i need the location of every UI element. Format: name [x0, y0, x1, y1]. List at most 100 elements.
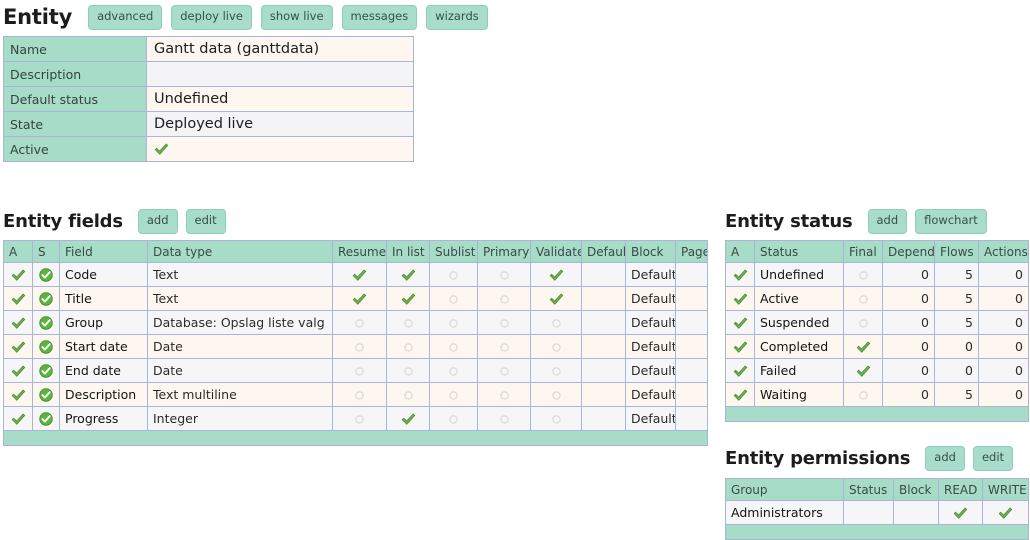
- check-icon: [549, 269, 564, 282]
- column-header-page[interactable]: Page: [676, 241, 708, 263]
- entity-permissions-add-button[interactable]: add: [925, 446, 965, 471]
- field-name-cell: Start date: [60, 335, 148, 359]
- column-header-a[interactable]: A: [726, 241, 755, 263]
- empty-circle-icon: [449, 367, 458, 376]
- table-row[interactable]: Completed000: [726, 335, 1029, 359]
- entity-info-value: [147, 137, 414, 162]
- column-header-data-type[interactable]: Data type: [148, 241, 333, 263]
- empty-circle-icon: [859, 319, 868, 328]
- status-a-cell: [726, 311, 755, 335]
- entity-permissions-button-group: addedit: [925, 446, 1013, 471]
- column-header-primary[interactable]: Primary: [478, 241, 531, 263]
- column-header-sublist[interactable]: Sublist: [430, 241, 478, 263]
- status-depend-cell: 0: [883, 287, 935, 311]
- empty-circle-icon: [355, 319, 364, 328]
- field-sublist-cell: [430, 359, 478, 383]
- circle-check-icon: [39, 412, 53, 426]
- status-flows-cell: 5: [935, 287, 979, 311]
- field-s-cell: [33, 287, 60, 311]
- field-resume-cell: [333, 407, 387, 431]
- column-header-read[interactable]: READ: [939, 479, 983, 501]
- check-icon: [11, 389, 26, 402]
- header-messages-button[interactable]: messages: [342, 5, 418, 30]
- empty-circle-icon: [552, 343, 561, 352]
- header-advanced-button[interactable]: advanced: [88, 5, 162, 30]
- table-row[interactable]: End dateDateDefault: [4, 359, 708, 383]
- column-header-resume[interactable]: Resume: [333, 241, 387, 263]
- field-s-cell: [33, 263, 60, 287]
- table-row[interactable]: ProgressIntegerDefault: [4, 407, 708, 431]
- header-wizards-button[interactable]: wizards: [426, 5, 488, 30]
- field-block-cell: Default: [626, 407, 676, 431]
- check-icon: [953, 507, 968, 520]
- table-row[interactable]: Administrators: [726, 501, 1029, 525]
- column-header-final[interactable]: Final: [844, 241, 883, 263]
- status-name-cell: Waiting: [755, 383, 844, 407]
- status-depend-cell: 0: [883, 311, 935, 335]
- status-flows-cell: 5: [935, 383, 979, 407]
- table-footer-cell: [726, 525, 1029, 540]
- empty-circle-icon: [552, 319, 561, 328]
- header-show-live-button[interactable]: show live: [261, 5, 333, 30]
- entity-fields-add-button[interactable]: add: [138, 209, 178, 234]
- table-row[interactable]: Active050: [726, 287, 1029, 311]
- entity-permissions-header: Entity permissions addedit: [725, 446, 1013, 471]
- circle-check-icon: [39, 316, 53, 330]
- column-header-status[interactable]: Status: [755, 241, 844, 263]
- header-deploy-live-button[interactable]: deploy live: [171, 5, 252, 30]
- entity-status-add-button[interactable]: add: [868, 209, 908, 234]
- table-row[interactable]: Waiting050: [726, 383, 1029, 407]
- field-datatype-cell: Date: [148, 335, 333, 359]
- table-row[interactable]: Failed000: [726, 359, 1029, 383]
- status-final-cell: [844, 335, 883, 359]
- check-icon: [733, 317, 748, 330]
- column-header-field[interactable]: Field: [60, 241, 148, 263]
- column-header-validate[interactable]: Validate: [531, 241, 582, 263]
- empty-circle-icon: [404, 391, 413, 400]
- column-header-actions[interactable]: Actions: [979, 241, 1029, 263]
- column-header-write[interactable]: WRITE: [983, 479, 1029, 501]
- table-row[interactable]: Suspended050: [726, 311, 1029, 335]
- column-header-default[interactable]: Default: [582, 241, 626, 263]
- field-validate-cell: [531, 263, 582, 287]
- field-validate-cell: [531, 359, 582, 383]
- table-footer-row: [726, 525, 1029, 540]
- field-primary-cell: [478, 335, 531, 359]
- field-primary-cell: [478, 287, 531, 311]
- table-row[interactable]: DescriptionText multilineDefault: [4, 383, 708, 407]
- check-icon: [11, 317, 26, 330]
- status-actions-cell: 0: [979, 383, 1029, 407]
- column-header-s[interactable]: S: [33, 241, 60, 263]
- table-footer-cell: [4, 431, 708, 446]
- status-final-cell: [844, 263, 883, 287]
- table-row[interactable]: CodeTextDefault: [4, 263, 708, 287]
- column-header-flows[interactable]: Flows: [935, 241, 979, 263]
- entity-status-flowchart-button[interactable]: flowchart: [915, 209, 987, 234]
- entity-status-title: Entity status: [725, 211, 853, 232]
- table-row[interactable]: GroupDatabase: Opslag liste valgDefault: [4, 311, 708, 335]
- entity-info-value: [147, 62, 414, 87]
- field-s-cell: [33, 359, 60, 383]
- check-icon: [401, 413, 416, 426]
- empty-circle-icon: [500, 319, 509, 328]
- entity-info-table: NameGantt data (ganttdata)DescriptionDef…: [3, 36, 414, 162]
- table-row[interactable]: Undefined050: [726, 263, 1029, 287]
- column-header-group[interactable]: Group: [726, 479, 844, 501]
- field-validate-cell: [531, 407, 582, 431]
- column-header-block[interactable]: Block: [626, 241, 676, 263]
- column-header-status[interactable]: Status: [844, 479, 894, 501]
- column-header-in-list[interactable]: In list: [387, 241, 430, 263]
- column-header-block[interactable]: Block: [894, 479, 939, 501]
- column-header-depend[interactable]: Depend: [883, 241, 935, 263]
- table-row[interactable]: TitleTextDefault: [4, 287, 708, 311]
- entity-permissions-edit-button[interactable]: edit: [973, 446, 1013, 471]
- empty-circle-icon: [449, 391, 458, 400]
- table-row[interactable]: Start dateDateDefault: [4, 335, 708, 359]
- field-a-cell: [4, 287, 33, 311]
- check-icon: [11, 365, 26, 378]
- empty-circle-icon: [552, 415, 561, 424]
- entity-fields-edit-button[interactable]: edit: [186, 209, 226, 234]
- permission-group-cell: Administrators: [726, 501, 844, 525]
- entity-fields-button-group: addedit: [138, 209, 226, 234]
- column-header-a[interactable]: A: [4, 241, 33, 263]
